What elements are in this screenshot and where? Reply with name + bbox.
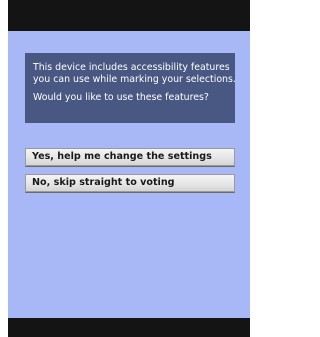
info-text-line-1: This device includes accessibility featu…: [33, 62, 230, 73]
top-bar: [8, 0, 250, 31]
no-skip-to-voting-button[interactable]: No, skip straight to voting: [25, 174, 235, 192]
info-question: Would you like to use these features?: [33, 92, 209, 103]
voting-screen: This device includes accessibility featu…: [8, 0, 250, 337]
accessibility-info-box: This device includes accessibility featu…: [25, 53, 236, 123]
yes-change-settings-button[interactable]: Yes, help me change the settings: [25, 148, 235, 166]
info-text-line-2: you can use while marking your selection…: [33, 74, 236, 85]
bottom-bar: [8, 318, 250, 337]
